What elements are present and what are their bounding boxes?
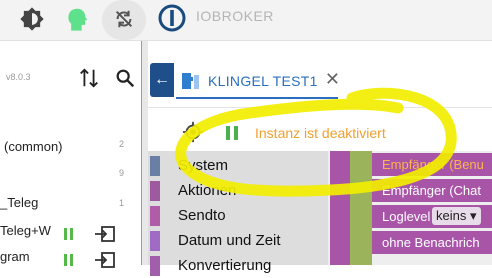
palette-category-label: Datum und Zeit — [178, 232, 281, 249]
sidebar-item[interactable]: gram — [0, 249, 142, 271]
sidebar-item-count: 2 — [118, 139, 124, 149]
tab-bar: ← KLINGEL TEST1 ✕ — [148, 41, 492, 108]
block-text: ohne Benachrich — [382, 235, 480, 250]
sidebar-item-label: Teleg+W — [0, 223, 51, 238]
block-text: Empfänger (Chat — [382, 183, 481, 198]
category-color-swatch — [150, 206, 160, 226]
script-editor-panel: ← KLINGEL TEST1 ✕ Instanz ist deaktivier… — [148, 41, 492, 276]
export-icon[interactable] — [94, 225, 116, 243]
category-color-swatch — [150, 231, 160, 251]
instance-status-text: Instanz ist deaktiviert — [255, 125, 386, 141]
sidebar-item[interactable]: _Teleg 1 — [0, 195, 142, 217]
workspace-block[interactable]: Empfänger (Benu — [372, 153, 492, 176]
pause-icon[interactable] — [64, 254, 74, 266]
workspace-block[interactable]: ohne Benachrich — [372, 231, 492, 254]
category-color-swatch — [150, 181, 160, 201]
export-icon[interactable] — [94, 251, 116, 269]
palette-category-label: System — [178, 157, 229, 174]
instance-bar: Instanz ist deaktiviert — [148, 111, 492, 151]
active-tab-indicator — [176, 97, 338, 99]
close-tab-button[interactable]: ✕ — [325, 69, 340, 90]
iobroker-logo-icon — [158, 4, 186, 32]
workspace-block[interactable]: Empfänger (Chat — [372, 179, 492, 202]
sort-icon[interactable] — [78, 67, 100, 89]
top-app-bar: IOBROKER — [0, 0, 492, 41]
palette-category[interactable]: System — [148, 153, 328, 178]
palette-category[interactable]: Aktionen — [148, 178, 328, 203]
palette-category-label: Konvertierung — [178, 257, 272, 274]
sidebar-item-label: (common) — [4, 139, 63, 154]
expert-mode-head-icon[interactable] — [63, 5, 91, 33]
block-text: Empfänger (Benu — [382, 157, 484, 172]
blockly-script-icon — [182, 73, 199, 89]
sidebar-item-label: gram — [0, 249, 30, 264]
palette-category[interactable]: Datum und Zeit — [148, 228, 328, 253]
tab-klingel-test1[interactable]: KLINGEL TEST1 ✕ — [176, 63, 340, 99]
brightness-icon[interactable] — [18, 5, 46, 33]
target-icon[interactable] — [182, 121, 204, 143]
pause-icon[interactable] — [64, 228, 74, 240]
workspace-block[interactable]: Loglevel keins ▾ — [372, 205, 492, 228]
palette-category[interactable]: Konvertierung — [148, 253, 328, 278]
version-label: v8.0.3 — [6, 72, 31, 82]
sidebar-item[interactable]: (common) 2 — [0, 139, 142, 161]
search-icon[interactable] — [114, 67, 136, 89]
blocks-palette: System Aktionen Sendto Datum und Zeit Ko… — [148, 151, 328, 276]
brand-name: IOBROKER — [196, 8, 274, 24]
back-button[interactable]: ← — [150, 63, 174, 97]
tab-title: KLINGEL TEST1 — [208, 73, 318, 89]
category-color-swatch — [150, 256, 160, 276]
palette-category-label: Aktionen — [178, 182, 237, 199]
instance-pause-icon[interactable] — [226, 126, 238, 140]
script-sidebar: v8.0.3 (common) 2 9 _Teleg 1 Teleg+W gra… — [0, 41, 142, 268]
sidebar-item-label: _Teleg — [0, 195, 39, 210]
loglevel-dropdown[interactable]: keins ▾ — [432, 207, 481, 225]
palette-category[interactable]: Sendto — [148, 203, 328, 228]
block-text: Loglevel — [382, 209, 431, 224]
sync-button-bg[interactable] — [102, 0, 146, 40]
workspace-stripe — [350, 151, 372, 265]
sidebar-item-count: 9 — [118, 168, 124, 178]
sidebar-item-count: 1 — [118, 198, 124, 208]
sync-disabled-icon — [115, 10, 133, 28]
workspace-stripe — [330, 151, 350, 265]
palette-category-label: Sendto — [178, 207, 226, 224]
blockly-workspace[interactable]: Empfänger (Benu Empfänger (Chat Loglevel… — [328, 151, 492, 265]
sidebar-item[interactable]: Teleg+W — [0, 223, 142, 245]
sidebar-item[interactable]: 9 — [0, 165, 142, 187]
category-color-swatch — [150, 156, 160, 176]
